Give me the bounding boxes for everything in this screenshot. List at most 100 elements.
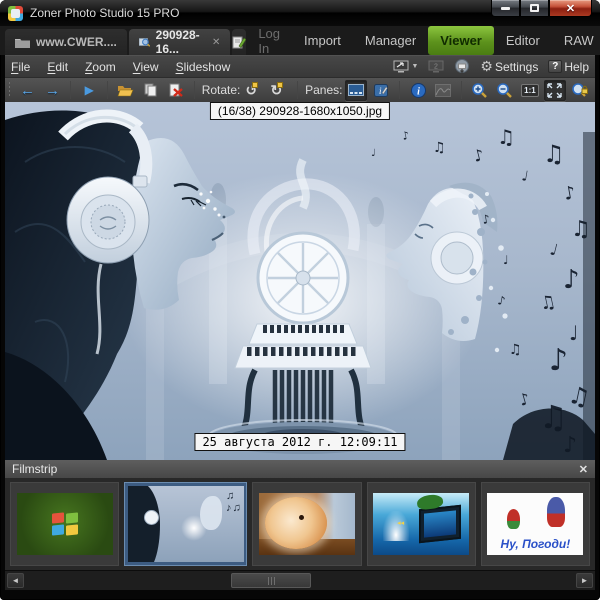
thumbnail-hamster[interactable] (252, 482, 362, 566)
folder-icon (15, 38, 30, 48)
thumbnail-image (16, 493, 113, 555)
filmstrip-close-icon[interactable]: ✕ (579, 463, 588, 476)
zoom-lock-button[interactable] (569, 80, 591, 101)
scroll-right-icon: ► (580, 576, 589, 585)
menu-view[interactable]: View (133, 60, 159, 74)
mode-editor[interactable]: Editor (494, 26, 552, 55)
filmstrip-scrollbar[interactable]: ◄ ► (5, 570, 595, 590)
minimize-button[interactable] (491, 0, 520, 17)
close-icon: ✕ (565, 2, 576, 15)
monitor-icon (393, 60, 409, 73)
thumbnail-headphones-art-selected[interactable]: ♫ ♪♫ (124, 482, 248, 566)
app-logo-icon (8, 5, 23, 21)
edit-note-icon (232, 36, 247, 49)
separator (70, 81, 72, 99)
delete-button[interactable] (165, 80, 187, 101)
filmstrip-pane-icon (348, 84, 365, 96)
svg-text:♫: ♫ (497, 125, 515, 149)
histogram-icon (435, 83, 452, 97)
image-datetime-label: 25 августа 2012 г. 12:09:11 (194, 433, 406, 451)
thumbnail-nu-pogodi[interactable]: Ну, Погоди! (480, 482, 590, 566)
next-button[interactable]: → (41, 80, 63, 101)
scroll-left-button[interactable]: ◄ (7, 573, 24, 588)
menu-bar: File Edit Zoom View Slideshow ▼ 2 ⚙ Sett… (5, 55, 595, 77)
filmstrip-header: Filmstrip ✕ (5, 460, 595, 478)
tab-browser[interactable]: www.CWER.... (5, 29, 127, 55)
information-button[interactable]: i (407, 80, 429, 101)
separator (461, 81, 462, 99)
settings-button[interactable]: ⚙ Settings (480, 58, 538, 75)
one-to-one-icon: 1:1 (521, 83, 539, 97)
filmstrip-thumbnails: ♫ ♪♫ ◂◂ Ну, Погоди! (5, 478, 595, 570)
menu-slideshow[interactable]: Slideshow (176, 60, 231, 74)
panes-label: Panes: (305, 83, 343, 97)
svg-text:♪: ♪ (549, 343, 568, 378)
back-arrow-icon: ← (19, 81, 35, 99)
zoom-in-button[interactable] (469, 80, 491, 101)
viewer-toolbar: ← → ▶ Rotate: ↺ ↻ Panes: i i 1:1 (5, 77, 595, 102)
panes-info-button[interactable]: i (370, 80, 392, 101)
tab-label: www.CWER.... (36, 35, 117, 49)
mode-manager[interactable]: Manager (353, 26, 428, 55)
previous-button[interactable]: ← (16, 80, 38, 101)
slideshow-play-button[interactable]: ▶ (78, 80, 100, 101)
mode-import[interactable]: Import (292, 26, 353, 55)
window-title: Zoner Photo Studio 15 PRO (30, 6, 180, 20)
gear-icon: ⚙ (480, 58, 493, 74)
mode-switcher: Log In Import Manager Viewer Editor RAW (246, 26, 600, 56)
minimize-icon (501, 6, 510, 10)
zoom-out-button[interactable] (494, 80, 516, 101)
mode-raw[interactable]: RAW (552, 26, 600, 55)
rotate-left-button[interactable]: ↺ (243, 80, 265, 101)
image-position-tooltip: (16/38) 290928-1680x1050.jpg (209, 102, 391, 120)
maximize-button[interactable] (520, 0, 549, 17)
close-button[interactable]: ✕ (549, 0, 592, 17)
zoom-lock-icon (572, 82, 588, 97)
toolbar-grip[interactable] (9, 82, 11, 98)
panes-filmstrip-button[interactable] (345, 79, 368, 101)
menu-edit[interactable]: Edit (47, 60, 68, 74)
svg-text:♩: ♩ (371, 148, 376, 159)
windows-logo-icon (51, 512, 78, 536)
tab-close-icon[interactable]: ✕ (212, 37, 220, 48)
help-icon: ? (548, 60, 563, 73)
delete-file-icon (169, 83, 183, 97)
thumbnail-ocean-tv[interactable]: ◂◂ (366, 482, 476, 566)
tab-image-viewer[interactable]: 290928-16... ✕ (128, 28, 231, 56)
rotate-right-button[interactable]: ↻ (268, 80, 290, 101)
thumbnail-windows-grass[interactable] (10, 482, 120, 566)
mode-viewer[interactable]: Viewer (428, 26, 494, 55)
viewer-canvas[interactable]: ♪ ♫ ♩ ♫ ♪ ♫ ♩ ♪ ♫ ♩ ♪ ♫ ♫ ♪ ♪ ♫ ♪ ♩ ♪ ♫ (5, 102, 595, 460)
scroll-right-button[interactable]: ► (576, 573, 593, 588)
copy-button[interactable] (140, 80, 162, 101)
fit-screen-icon (547, 82, 563, 98)
upload-transfer-icon[interactable] (454, 59, 470, 74)
help-button[interactable]: ? Help (548, 60, 589, 74)
scroll-left-icon: ◄ (11, 576, 20, 585)
menu-zoom[interactable]: Zoom (85, 60, 116, 74)
svg-text:♫: ♫ (509, 342, 522, 358)
histogram-button[interactable] (432, 80, 454, 101)
thumbnail-image: ♫ ♪♫ (127, 486, 244, 562)
second-monitor-icon[interactable]: 2 (428, 60, 444, 73)
photo-headphones-music-art: ♪ ♫ ♩ ♫ ♪ ♫ ♩ ♪ ♫ ♩ ♪ ♫ ♫ ♪ ♪ ♫ ♪ ♩ ♪ ♫ (5, 102, 595, 460)
menu-file[interactable]: File (11, 60, 30, 74)
open-folder-button[interactable] (115, 80, 137, 101)
thumbnail-image: ◂◂ (373, 493, 470, 555)
zoom-in-icon (472, 82, 488, 98)
display-select-button[interactable]: ▼ (393, 60, 418, 73)
title-bar[interactable]: Zoner Photo Studio 15 PRO ✕ (0, 0, 600, 26)
mode-login[interactable]: Log In (246, 26, 292, 56)
svg-text:♪: ♪ (563, 265, 580, 295)
scrollbar-thumb[interactable] (231, 573, 311, 588)
zoom-out-icon (497, 82, 513, 98)
rotate-label: Rotate: (201, 83, 241, 97)
settings-label: Settings (494, 59, 539, 74)
actual-size-button[interactable]: 1:1 (519, 80, 541, 101)
svg-text:♫: ♫ (433, 140, 446, 156)
image-search-icon (138, 38, 150, 47)
thumbnail-image (258, 493, 355, 555)
new-note-button[interactable] (232, 29, 247, 55)
rotate-right-badge (277, 82, 284, 88)
fit-to-screen-button[interactable] (543, 79, 566, 101)
